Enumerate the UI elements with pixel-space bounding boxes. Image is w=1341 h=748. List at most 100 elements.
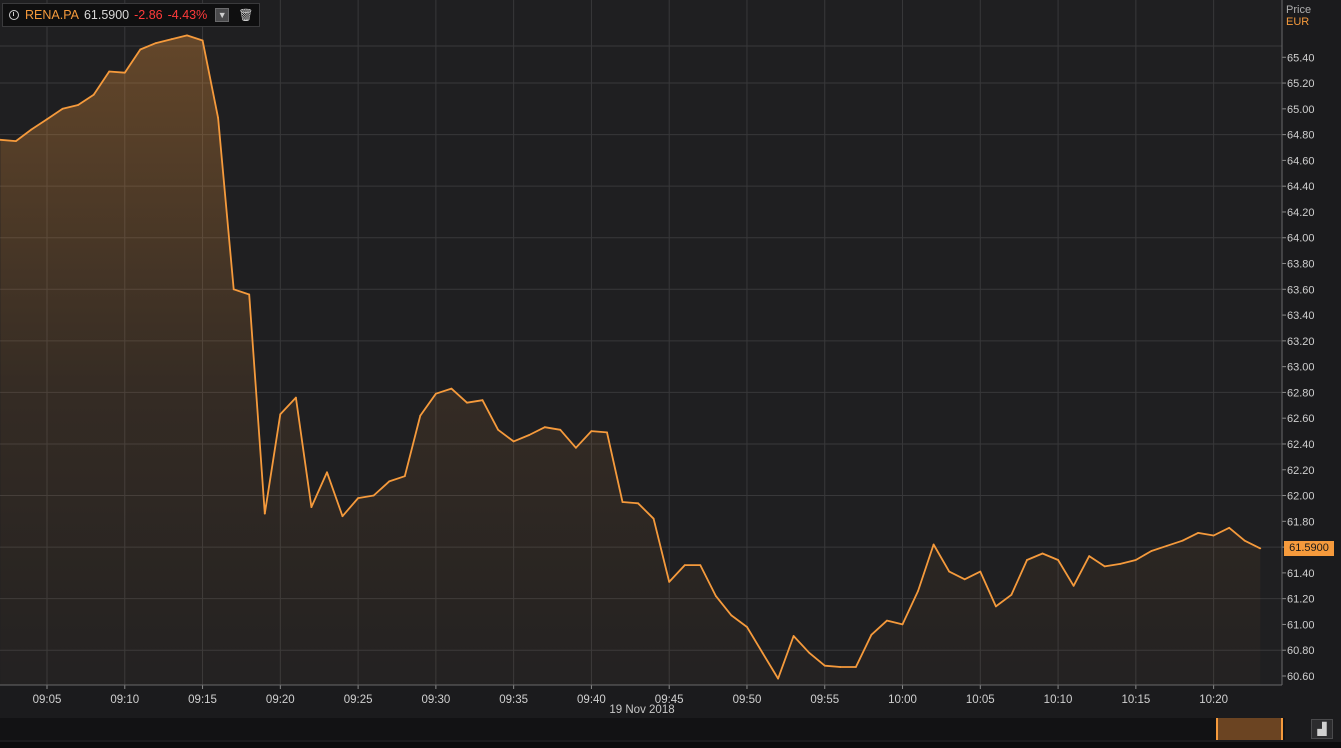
data-point — [139, 48, 142, 51]
data-point — [683, 564, 686, 566]
y-tick-label: 63.40 — [1287, 310, 1315, 322]
x-tick-label: 09:25 — [344, 694, 373, 706]
navigator-window[interactable] — [1216, 718, 1283, 740]
data-point — [372, 494, 375, 497]
chart-navigator-icon[interactable]: ▟ — [1311, 719, 1333, 739]
data-point — [1041, 552, 1044, 555]
price-change-percent: -4.43% — [167, 8, 208, 22]
data-point — [15, 140, 17, 143]
y-tick-label: 64.60 — [1287, 155, 1315, 167]
data-point — [730, 614, 733, 617]
chevron-down-icon[interactable]: ▼ — [215, 8, 230, 22]
y-tick-label: 61.00 — [1287, 619, 1315, 631]
trash-icon[interactable]: 🗑 — [238, 8, 253, 22]
y-tick-label: 61.40 — [1287, 568, 1315, 580]
y-tick-label: 65.40 — [1287, 52, 1315, 64]
data-point — [1259, 547, 1262, 550]
data-point — [621, 501, 624, 503]
data-point — [77, 104, 79, 106]
data-point — [419, 414, 422, 417]
y-tick-label: 62.20 — [1287, 465, 1315, 477]
data-point — [1010, 593, 1013, 596]
y-tick-label: 61.20 — [1287, 594, 1315, 606]
data-point — [232, 288, 235, 291]
data-point — [357, 497, 359, 499]
data-point — [310, 506, 313, 508]
data-point — [295, 396, 297, 399]
x-tick-label: 09:55 — [810, 694, 839, 706]
data-point — [590, 430, 593, 432]
data-point — [1134, 559, 1137, 561]
x-tick-label: 10:05 — [966, 694, 995, 706]
data-point — [1026, 559, 1028, 561]
data-point — [699, 564, 702, 566]
data-point — [917, 590, 919, 592]
price-axis-header: Price EUR — [1286, 4, 1311, 28]
data-point — [995, 605, 997, 608]
data-point — [481, 399, 484, 402]
data-point — [1103, 565, 1106, 568]
data-point — [606, 431, 608, 434]
data-point — [1166, 544, 1168, 547]
data-point — [855, 666, 857, 668]
y-tick-label: 63.00 — [1287, 362, 1315, 374]
x-tick-label: 09:20 — [266, 694, 295, 706]
data-point — [575, 446, 577, 449]
bottom-toolbar — [0, 742, 1341, 748]
y-tick-label: 65.20 — [1287, 78, 1315, 90]
price-axis-unit: EUR — [1286, 16, 1310, 28]
data-point — [263, 512, 266, 515]
x-tick-label: 10:00 — [888, 694, 917, 706]
data-point — [963, 578, 966, 581]
x-tick-label: 09:15 — [188, 694, 217, 706]
data-point — [746, 626, 748, 628]
data-point — [46, 118, 48, 121]
data-point — [201, 39, 204, 42]
x-tick-label: 10:20 — [1199, 694, 1228, 706]
data-point — [388, 480, 391, 483]
y-tick-label: 62.60 — [1287, 413, 1315, 425]
data-point — [92, 93, 95, 96]
data-point — [1243, 539, 1246, 542]
data-point — [761, 651, 764, 654]
chart-navigator[interactable] — [0, 718, 1285, 740]
data-point — [466, 401, 468, 404]
price-axis-title: Price — [1286, 4, 1312, 16]
data-point — [61, 107, 64, 110]
y-tick-label: 65.00 — [1287, 104, 1315, 116]
current-price-tag: 61.5900 — [1284, 541, 1334, 556]
y-tick-label: 63.80 — [1287, 259, 1315, 271]
y-tick-label: 64.20 — [1287, 207, 1315, 219]
data-point — [108, 70, 111, 73]
data-point — [123, 71, 126, 74]
x-tick-label: 10:10 — [1044, 694, 1073, 706]
data-point — [512, 440, 515, 443]
data-point — [279, 413, 282, 416]
y-tick-label: 64.80 — [1287, 130, 1315, 142]
data-point — [248, 293, 251, 296]
data-point — [637, 502, 639, 505]
data-point — [979, 570, 982, 573]
instrument-legend[interactable]: RENA.PA 61.5900 -2.86 -4.43% ▼ 🗑 — [2, 3, 261, 27]
data-point — [450, 387, 453, 390]
y-tick-label: 61.80 — [1287, 516, 1315, 528]
y-tick-label: 62.00 — [1287, 491, 1315, 503]
data-point — [435, 392, 437, 395]
data-point — [886, 619, 888, 622]
instrument-symbol: RENA.PA — [25, 8, 79, 22]
data-point — [1119, 563, 1122, 565]
clock-icon — [9, 10, 19, 20]
data-point — [668, 581, 671, 583]
data-point — [792, 635, 795, 637]
data-point — [1057, 559, 1059, 561]
y-tick-label: 60.80 — [1287, 645, 1315, 657]
date-label: 19 Nov 2018 — [609, 704, 675, 716]
y-tick-label: 64.00 — [1287, 233, 1315, 245]
data-point — [403, 475, 406, 478]
data-point — [839, 666, 842, 668]
data-point — [1072, 584, 1075, 587]
data-point — [808, 651, 811, 654]
x-tick-label: 09:30 — [421, 694, 450, 706]
data-point — [1228, 526, 1231, 529]
price-change: -2.86 — [134, 8, 163, 22]
